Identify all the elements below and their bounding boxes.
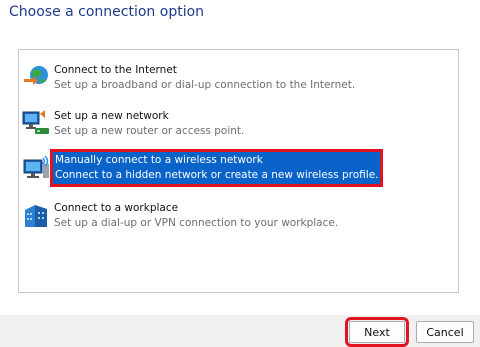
option-text: Manually connect to a wireless network C… [50,149,383,187]
option-text: Connect to the Internet Set up a broadba… [54,63,355,93]
page-title: Choose a connection option [9,4,205,20]
option-workplace[interactable]: Connect to a workplace Set up a dial-up … [19,198,459,234]
option-description: Set up a broadband or dial-up connection… [54,79,356,91]
option-description: Connect to a hidden network or create a … [55,169,379,181]
next-button[interactable]: Next [345,317,409,347]
option-description: Set up a new router or access point. [54,125,245,137]
workplace-vpn-icon [21,200,51,230]
option-text: Connect to a workplace Set up a dial-up … [54,201,338,231]
option-title: Connect to the Internet [54,64,177,76]
option-title: Set up a new network [54,110,169,122]
cancel-button[interactable]: Cancel [416,321,474,343]
router-network-icon [21,108,51,138]
wireless-computer-icon [21,154,51,184]
option-manual-wireless[interactable]: Manually connect to a wireless network C… [19,149,459,188]
option-description: Set up a dial-up or VPN connection to yo… [54,217,339,229]
option-new-network[interactable]: Set up a new network Set up a new router… [19,106,459,142]
option-title: Connect to a workplace [54,202,179,214]
option-text: Set up a new network Set up a new router… [54,109,244,139]
globe-connection-icon [21,62,51,92]
dialog-footer: Next Cancel [0,315,480,347]
option-connect-internet[interactable]: Connect to the Internet Set up a broadba… [19,60,459,96]
option-title: Manually connect to a wireless network [55,154,263,166]
connection-options-list: Connect to the Internet Set up a broadba… [18,49,459,293]
